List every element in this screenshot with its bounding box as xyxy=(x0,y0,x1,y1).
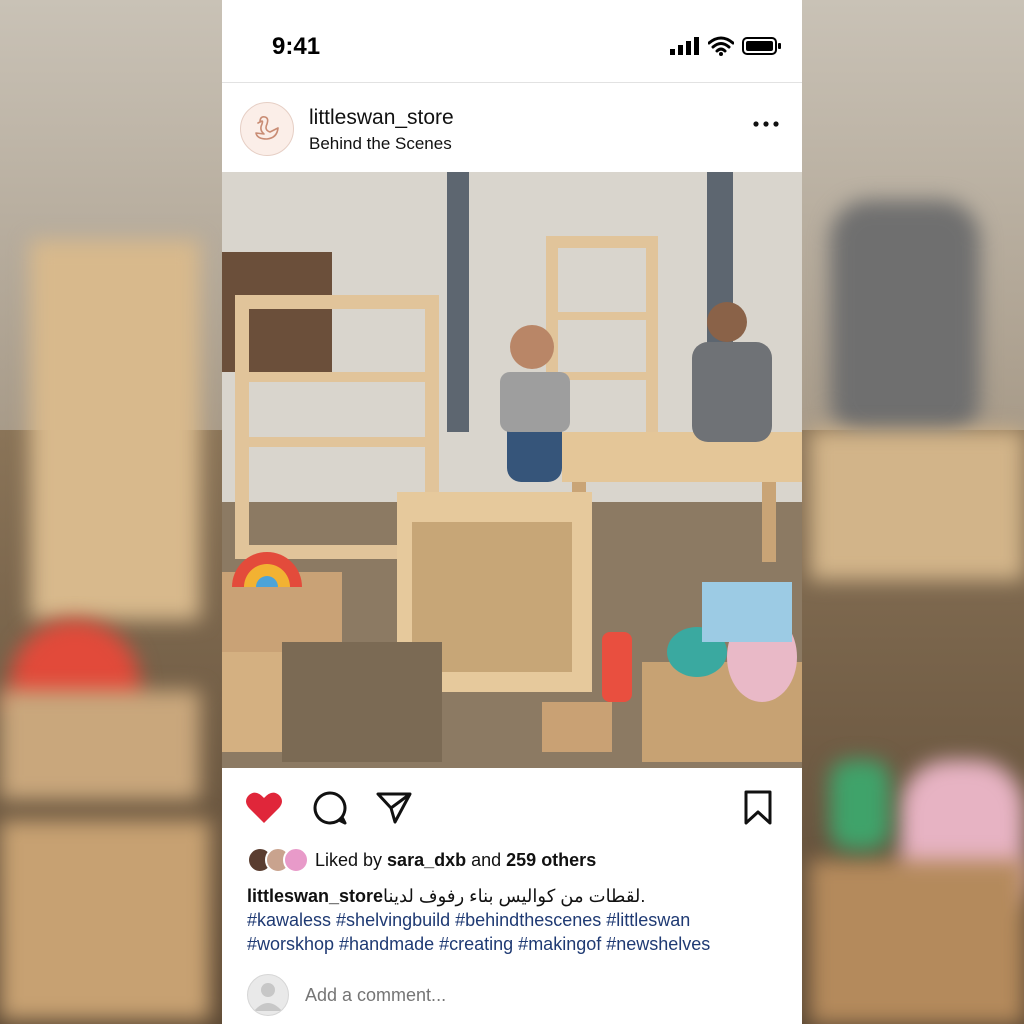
more-icon xyxy=(753,121,779,127)
caption-hashtags-line2[interactable]: #worskhop #handmade #creating #makingof … xyxy=(247,932,787,956)
likes-prefix: Liked by xyxy=(315,849,388,870)
likes-row: Liked by sara_dxb and 259 others xyxy=(247,846,596,874)
post-image[interactable] xyxy=(222,172,802,768)
store-avatar[interactable] xyxy=(240,102,294,156)
status-icons xyxy=(670,36,782,56)
share-icon xyxy=(376,792,412,824)
status-bar: 9:41 xyxy=(222,0,802,83)
user-avatar-icon xyxy=(254,983,282,1011)
heart-icon xyxy=(246,792,282,823)
workshop-photo xyxy=(222,172,802,768)
comment-icon xyxy=(313,791,347,825)
swan-logo-icon xyxy=(255,116,279,140)
likes-text[interactable]: Liked by sara_dxb and 259 others xyxy=(315,850,596,871)
comment-button[interactable] xyxy=(310,788,350,828)
likes-middle: and xyxy=(466,849,507,870)
liker-avatar[interactable] xyxy=(283,847,309,873)
post-caption: littleswan_storeلقطات من كواليس بناء رفو… xyxy=(247,884,787,956)
post-username[interactable]: littleswan_store xyxy=(309,106,454,130)
share-button[interactable] xyxy=(374,788,414,828)
battery-icon xyxy=(742,37,781,55)
more-options-button[interactable] xyxy=(752,110,780,138)
comment-row xyxy=(247,974,727,1016)
caption-text: لقطات من كواليس بناء رفوف لدينا. xyxy=(383,886,646,906)
caption-hashtags-line1[interactable]: #kawaless #shelvingbuild #behindthescene… xyxy=(247,908,787,932)
post-header: littleswan_store Behind the Scenes xyxy=(222,84,802,172)
post-subtitle: Behind the Scenes xyxy=(309,134,452,153)
liker-username[interactable]: sara_dxb xyxy=(387,850,466,870)
comment-input[interactable] xyxy=(303,983,727,1007)
post-actions xyxy=(222,768,802,846)
signal-icon xyxy=(670,37,699,55)
like-button[interactable] xyxy=(244,788,284,828)
bookmark-icon xyxy=(744,790,772,825)
phone-frame: 9:41 littleswan_store Behind the Scenes … xyxy=(222,0,802,1024)
caption-username[interactable]: littleswan_store xyxy=(247,886,383,906)
bookmark-button[interactable] xyxy=(738,788,778,828)
user-avatar xyxy=(247,974,289,1016)
wifi-icon xyxy=(708,36,734,56)
likes-others[interactable]: 259 others xyxy=(506,850,596,870)
status-time: 9:41 xyxy=(272,33,321,60)
